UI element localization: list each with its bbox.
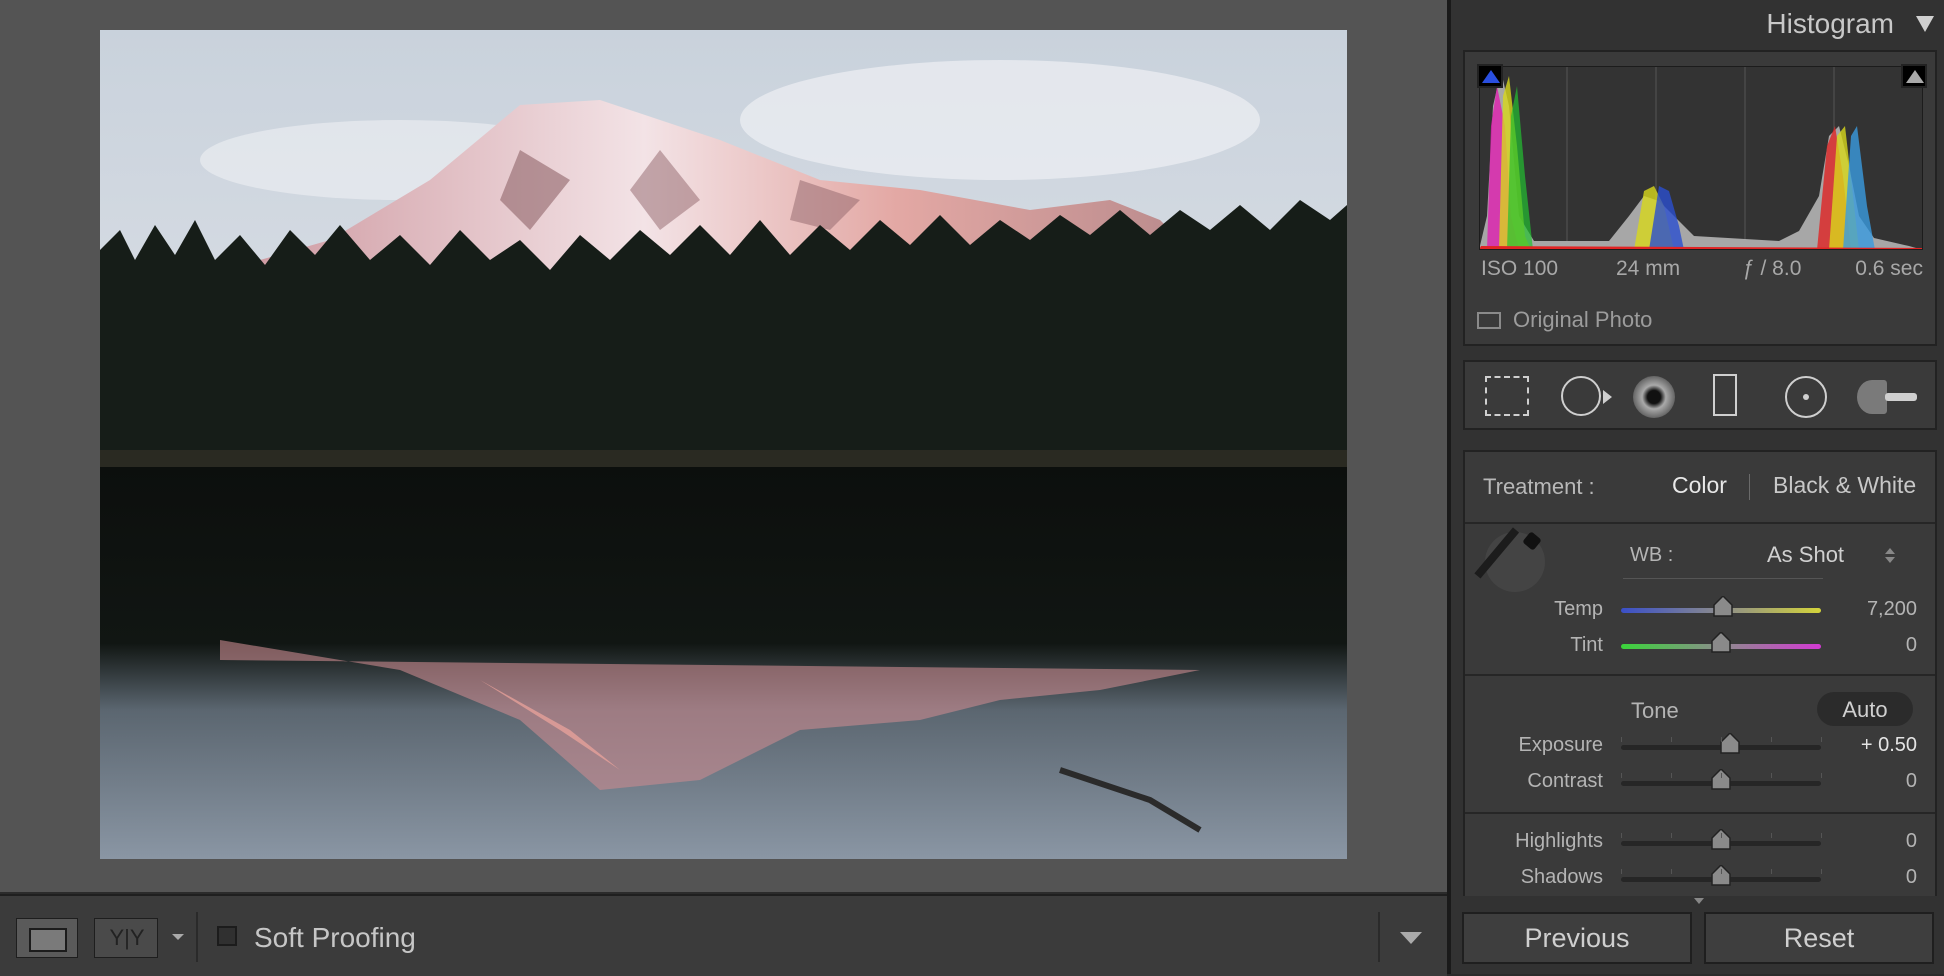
toolbar-menu-chevron-icon[interactable] [1400,932,1422,944]
reset-button[interactable]: Reset [1704,912,1934,964]
exposure-label: Exposure [1518,734,1604,756]
wb-label: WB : [1630,544,1674,566]
histogram-graph[interactable] [1479,66,1923,250]
shadows-slider-tick [1621,869,1622,874]
adjustment-brush-icon[interactable] [1857,376,1921,418]
exposure-slider-tick [1721,737,1722,742]
spot-removal-arrow-icon [1603,390,1612,404]
radial-filter-center-icon [1803,394,1809,400]
compare-view-button[interactable]: Y|Y [94,918,158,958]
soft-proofing-label: Soft Proofing [254,922,416,953]
section-divider-tone [1465,812,1935,814]
tool-strip [1463,360,1937,430]
loupe-view-button[interactable] [16,918,78,958]
treatment-separator [1749,474,1750,500]
exposure-slider-thumb[interactable] [1720,731,1740,755]
panel-scroll-indicator-icon[interactable] [1694,898,1704,904]
highlights-slider-tick [1821,833,1822,838]
focal-length-value: 24 mm [1616,257,1681,280]
wb-value[interactable]: As Shot [1767,542,1844,568]
tint-slider-thumb[interactable] [1711,630,1731,654]
exposure-slider-tick [1621,737,1622,742]
contrast-label: Contrast [1527,770,1603,792]
original-photo-checkbox[interactable] [1477,312,1501,329]
highlight-clipping-triangle-icon [1906,70,1924,83]
contrast-value[interactable]: 0 [1906,770,1917,793]
highlights-slider-tick [1621,833,1622,838]
toolbar-separator [196,912,198,962]
original-photo-label: Original Photo [1513,307,1653,332]
iso-value: ISO 100 [1481,257,1559,280]
contrast-slider-tick [1771,773,1772,778]
image-viewer [0,0,1447,892]
auto-tone-label: Auto [1842,697,1888,722]
contrast-slider-tick [1821,773,1822,778]
shadows-slider-tick [1671,869,1672,874]
toolbar-separator-right [1378,912,1380,962]
develop-panel: Histogram ISO 100 24 mm ƒ / 8.0 0.6 sec … [1451,0,1944,974]
temp-label: Temp [1554,598,1603,620]
highlights-slider-tick [1771,833,1772,838]
radial-filter-icon[interactable] [1785,376,1827,418]
wb-stepper-down-icon [1885,557,1895,563]
temp-value[interactable]: 7,200 [1867,598,1917,621]
treatment-color-option[interactable]: Color [1672,472,1727,499]
treatment-bw-option[interactable]: Black & White [1773,472,1916,499]
photo-preview[interactable] [100,30,1347,859]
crop-tool-icon[interactable] [1485,376,1529,416]
exposure-slider-tick [1671,737,1672,742]
histogram-title[interactable]: Histogram [1766,8,1894,40]
eyedropper-body-icon [1474,527,1520,579]
exposure-slider-tick [1821,737,1822,742]
section-divider [1465,522,1935,524]
shutter-speed-value: 0.6 sec [1855,257,1923,280]
shadows-slider-tick [1821,869,1822,874]
previous-button[interactable]: Previous [1462,912,1692,964]
highlights-slider-tick [1721,833,1722,838]
aperture-value: ƒ / 8.0 [1743,257,1802,280]
brush-bristles-icon [1857,380,1887,414]
brush-handle-icon [1885,393,1917,401]
section-divider-wb [1465,674,1935,676]
treatment-label: Treatment : [1483,474,1595,499]
basic-panel: Treatment : Color Black & White WB : As … [1463,450,1937,896]
tint-label: Tint [1570,634,1603,656]
compare-dropdown-icon[interactable] [172,934,184,940]
shadows-slider-tick [1721,869,1722,874]
highlights-slider-tick [1671,833,1672,838]
histogram-collapse-icon[interactable] [1916,16,1934,32]
viewer-toolbar: Y|Y Soft Proofing [0,894,1447,976]
contrast-slider-tick [1721,773,1722,778]
shadows-value[interactable]: 0 [1906,866,1917,889]
red-eye-icon[interactable] [1633,376,1675,418]
highlights-label: Highlights [1515,830,1603,852]
wb-stepper-icon[interactable] [1885,548,1895,554]
contrast-slider-tick [1621,773,1622,778]
tint-value[interactable]: 0 [1906,634,1917,657]
compare-view-icon: Y|Y [109,925,145,950]
spot-removal-icon[interactable] [1561,376,1601,416]
highlights-value[interactable]: 0 [1906,830,1917,853]
shadow-clipping-triangle-icon [1482,70,1500,83]
loupe-view-icon [29,928,67,952]
highlight-clipping-icon[interactable] [1901,64,1927,88]
exposure-slider-tick [1771,737,1772,742]
temp-slider-thumb[interactable] [1713,594,1733,618]
shadow-clipping-icon[interactable] [1477,64,1503,88]
auto-tone-button[interactable]: Auto [1817,692,1913,726]
eyedropper-tip-icon [1522,531,1542,551]
exposure-value[interactable]: + 0.50 [1861,734,1917,757]
histogram-panel: ISO 100 24 mm ƒ / 8.0 0.6 sec Original P… [1463,50,1937,346]
tone-label: Tone [1631,698,1679,723]
wb-underline [1623,578,1823,579]
graduated-filter-icon[interactable] [1713,374,1737,416]
wb-eyedropper-icon[interactable] [1474,527,1545,592]
contrast-slider-tick [1671,773,1672,778]
soft-proofing-checkbox[interactable] [217,926,237,946]
shadows-slider-tick [1771,869,1772,874]
shadows-label: Shadows [1520,866,1603,888]
